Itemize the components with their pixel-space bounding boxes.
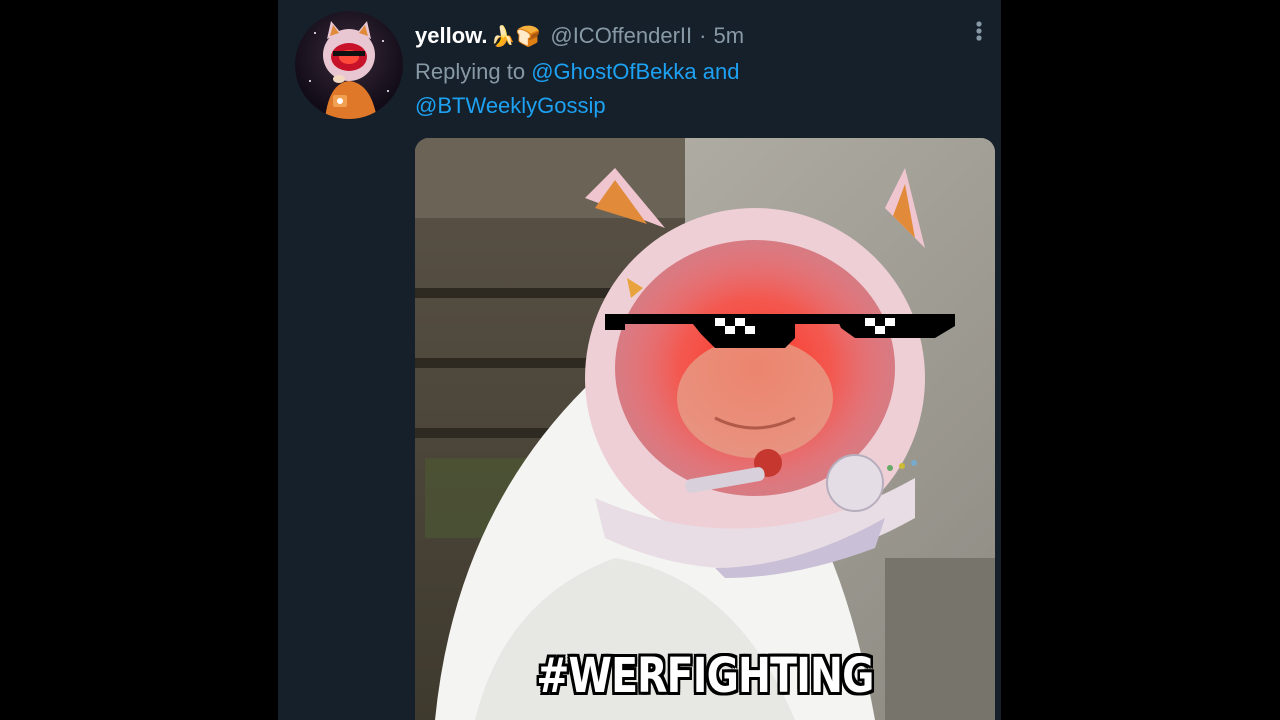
replying-to-label: Replying to — [415, 59, 526, 84]
tweet-header: yellow. 🍌🍞 @ICOffenderII · 5m — [415, 20, 744, 52]
user-handle[interactable]: @ICOffenderII — [550, 23, 692, 49]
display-name[interactable]: yellow. — [415, 23, 488, 49]
timestamp[interactable]: 5m — [713, 23, 744, 49]
avatar-image — [309, 21, 389, 119]
more-vertical-icon[interactable] — [968, 16, 990, 46]
right-letterbox — [1001, 0, 1280, 720]
left-letterbox — [0, 0, 278, 720]
replying-to: Replying to @GhostOfBekka and @BTWeeklyG… — [415, 55, 975, 123]
separator-dot: · — [699, 23, 707, 48]
tweet-media-image[interactable]: #WERFIGHTING — [415, 138, 995, 720]
mention-ghostofbekka[interactable]: @GhostOfBekka — [531, 59, 696, 84]
mention-conjunction[interactable]: and — [703, 59, 740, 84]
mention-btweeklygossip[interactable]: @BTWeeklyGossip — [415, 93, 606, 118]
avatar[interactable] — [295, 11, 403, 119]
image-caption-text: #WERFIGHTING — [536, 648, 874, 704]
tweet: yellow. 🍌🍞 @ICOffenderII · 5m Replying t… — [278, 0, 1001, 720]
name-emojis: 🍌🍞 — [490, 25, 541, 48]
meme-image — [415, 138, 995, 720]
